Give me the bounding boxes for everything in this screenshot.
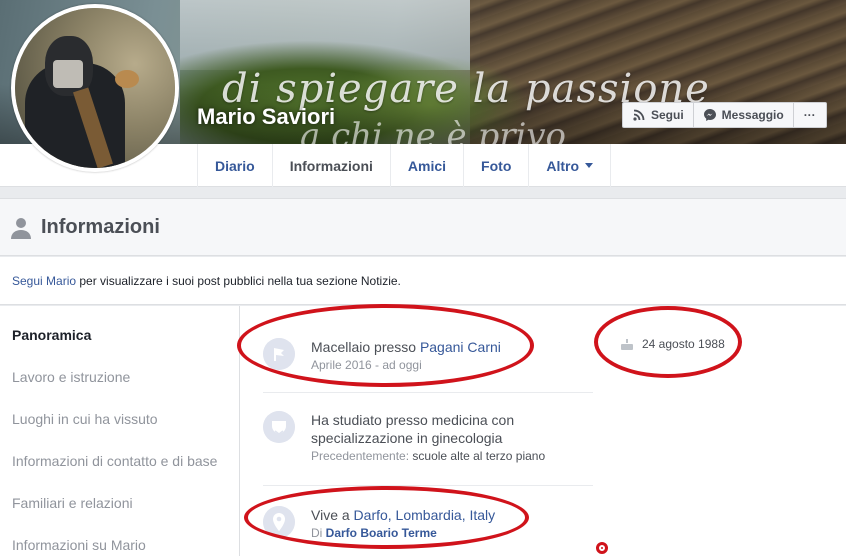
- sidebar-item-contatti[interactable]: Informazioni di contatto e di base: [12, 453, 217, 469]
- annotation-dot: [596, 542, 608, 554]
- follow-button[interactable]: Segui: [622, 102, 694, 128]
- follow-label: Segui: [651, 108, 684, 122]
- tab-informazioni[interactable]: Informazioni: [271, 144, 390, 187]
- more-dots-icon: ···: [803, 108, 816, 122]
- tab-altro[interactable]: Altro: [528, 144, 612, 187]
- hometown-link[interactable]: Darfo Boario Terme: [326, 526, 437, 540]
- tab-foto[interactable]: Foto: [463, 144, 528, 187]
- follow-note-text: per visualizzare i suoi post pubblici ne…: [76, 274, 401, 288]
- previous-label: Precedentemente:: [311, 449, 413, 463]
- profile-actions: Segui Messaggio ···: [622, 102, 827, 128]
- cover-overlay-text-2: a chi ne è privo: [300, 116, 567, 144]
- about-sidebar: Panoramica Lavoro e istruzione Luoghi in…: [0, 306, 240, 556]
- work-period: Aprile 2016 - ad oggi: [311, 358, 422, 372]
- lives-prefix: Vive a: [311, 507, 354, 523]
- tab-amici[interactable]: Amici: [389, 144, 463, 187]
- message-button[interactable]: Messaggio: [693, 102, 794, 128]
- profile-name[interactable]: Mario Saviori: [197, 104, 335, 130]
- follow-link[interactable]: Segui Mario: [12, 274, 76, 288]
- education-line1: Ha studiato presso medicina con: [311, 412, 515, 428]
- sidebar-item-panoramica[interactable]: Panoramica: [12, 327, 91, 343]
- previous-school-link[interactable]: scuole alte al terzo piano: [412, 449, 545, 463]
- person-icon: [11, 218, 31, 239]
- divider: [263, 392, 593, 393]
- work-place-link[interactable]: Pagani Carni: [420, 339, 501, 355]
- profile-picture[interactable]: [11, 4, 179, 172]
- more-button[interactable]: ···: [793, 102, 827, 128]
- education-line2: specializzazione in ginecologia: [311, 430, 503, 446]
- profile-page: di spiegare la passione a chi ne è privo…: [0, 0, 846, 556]
- rss-icon: [633, 109, 645, 121]
- sidebar-item-luoghi[interactable]: Luoghi in cui ha vissuto: [12, 411, 158, 427]
- from-label: Di: [311, 526, 326, 540]
- caret-down-icon: [585, 163, 594, 168]
- flag-icon: [263, 338, 295, 370]
- message-label: Messaggio: [721, 108, 784, 122]
- location-pin-icon: [263, 506, 295, 538]
- sidebar-item-lavoro[interactable]: Lavoro e istruzione: [12, 369, 130, 385]
- section-header: Informazioni: [0, 198, 846, 256]
- sidebar-item-informazioni-su[interactable]: Informazioni su Mario: [12, 537, 146, 553]
- divider: [263, 485, 593, 486]
- tab-diario[interactable]: Diario: [197, 144, 272, 187]
- birthday: 24 agosto 1988: [620, 337, 725, 351]
- follow-note: Segui Mario per visualizzare i suoi post…: [0, 257, 846, 305]
- lives-place-link[interactable]: Darfo, Lombardia, Italy: [354, 507, 496, 523]
- graduation-cap-icon: [263, 411, 295, 443]
- sidebar-item-familiari[interactable]: Familiari e relazioni: [12, 495, 133, 511]
- work-prefix: Macellaio presso: [311, 339, 420, 355]
- messenger-icon: [703, 109, 716, 121]
- profile-tabs: Diario Informazioni Amici Foto Altro: [197, 144, 612, 187]
- birthday-cake-icon: [621, 339, 633, 350]
- birthday-date: 24 agosto 1988: [642, 337, 725, 351]
- section-title: Informazioni: [41, 216, 160, 238]
- about-content: Panoramica Lavoro e istruzione Luoghi in…: [0, 306, 846, 556]
